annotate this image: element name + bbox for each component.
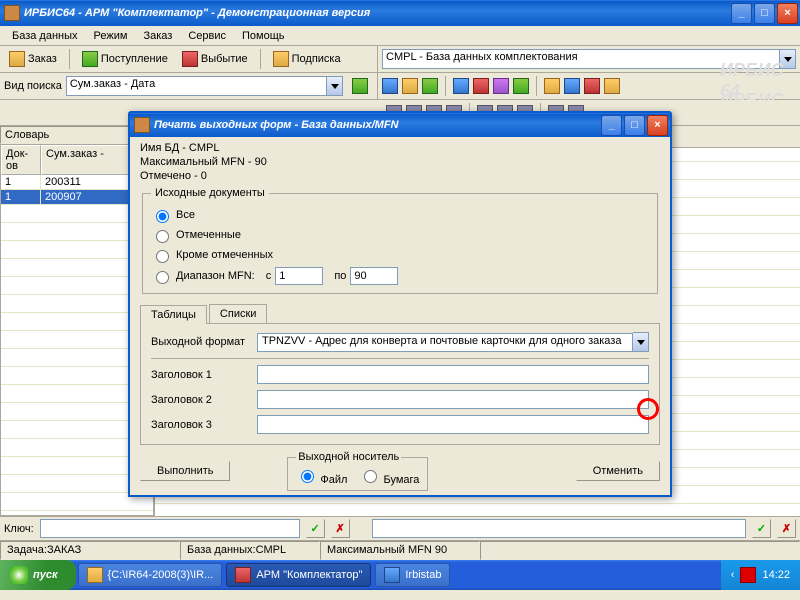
toolbar-left: Заказ Поступление Выбытие Подписка: [0, 46, 378, 73]
zakaz-icon: [9, 51, 25, 67]
out-format-label: Выходной формат: [151, 336, 249, 348]
menubar: База данных Режим Заказ Сервис Помощь: [0, 26, 800, 46]
key-ok-2[interactable]: ✓: [752, 519, 771, 538]
tool-icon[interactable]: [513, 78, 529, 94]
start-icon: [10, 566, 28, 584]
key-label: Ключ:: [4, 523, 34, 535]
menu-service[interactable]: Сервис: [180, 28, 234, 44]
minimize-button[interactable]: _: [731, 3, 752, 24]
tray-arrow-icon[interactable]: ‹: [731, 569, 735, 581]
status-empty: [480, 541, 800, 560]
out-format-dropdown[interactable]: [633, 332, 649, 352]
search-go[interactable]: [347, 75, 373, 97]
tool-icon[interactable]: [473, 78, 489, 94]
dialog-info-mfn: Максимальный MFN - 90: [140, 155, 660, 169]
key-input[interactable]: [40, 519, 300, 538]
app-icon: [384, 567, 400, 583]
taskbar-item[interactable]: АРМ "Комплектатор": [226, 563, 371, 587]
range-from[interactable]: [275, 267, 323, 285]
tool-icon[interactable]: [604, 78, 620, 94]
status-db: База данных:CMPL: [180, 541, 320, 560]
tab-tables[interactable]: Таблицы: [140, 305, 207, 324]
source-docs-legend: Исходные документы: [151, 187, 269, 199]
radio-except[interactable]: [156, 250, 169, 263]
range-to[interactable]: [350, 267, 398, 285]
tool-icon[interactable]: [493, 78, 509, 94]
execute-button[interactable]: Выполнить: [140, 461, 230, 481]
cancel-button[interactable]: Отменить: [576, 461, 660, 481]
tab-lists[interactable]: Списки: [209, 304, 268, 323]
tool-icon[interactable]: [402, 78, 418, 94]
hdr1-label: Заголовок 1: [151, 369, 249, 381]
menu-db[interactable]: База данных: [4, 28, 86, 44]
zakaz-button[interactable]: Заказ: [4, 48, 62, 70]
col-header-1[interactable]: Док-ов: [1, 145, 41, 175]
tool-icon[interactable]: [453, 78, 469, 94]
clock: 14:22: [762, 569, 790, 581]
search-row: Вид поиска Сум.заказ - Дата: [0, 73, 378, 100]
vybytie-icon: [182, 51, 198, 67]
dialog-info-db: Имя БД - CMPL: [140, 141, 660, 155]
key-cancel[interactable]: ✗: [331, 519, 350, 538]
radio-marked[interactable]: [156, 230, 169, 243]
radio-all[interactable]: [156, 210, 169, 223]
hdr1-input[interactable]: [257, 365, 649, 384]
menu-mode[interactable]: Режим: [86, 28, 136, 44]
search-label: Вид поиска: [4, 80, 62, 92]
menu-help[interactable]: Помощь: [234, 28, 293, 44]
media-group: Выходной носитель Файл Бумага: [287, 451, 428, 491]
hdr2-input[interactable]: [257, 390, 649, 409]
tool-icon[interactable]: [422, 78, 438, 94]
tool-icon[interactable]: [564, 78, 580, 94]
source-docs-group: Исходные документы Все Отмеченные Кроме …: [142, 187, 658, 294]
key-ok[interactable]: ✓: [306, 519, 325, 538]
menu-order[interactable]: Заказ: [135, 28, 180, 44]
folder-icon: [87, 567, 103, 583]
maximize-button[interactable]: □: [754, 3, 775, 24]
start-button[interactable]: пуск: [0, 560, 76, 590]
postup-button[interactable]: Поступление: [77, 48, 173, 70]
taskbar-item[interactable]: Irbistab: [375, 563, 450, 587]
radio-range[interactable]: [156, 271, 169, 284]
dialog-info-marked: Отмечено - 0: [140, 169, 660, 183]
podpiska-button[interactable]: Подписка: [268, 48, 346, 70]
close-button[interactable]: ×: [777, 3, 798, 24]
status-mfn: Максимальный MFN 90: [320, 541, 480, 560]
hdr3-input[interactable]: [257, 415, 649, 434]
tray-icon[interactable]: [740, 567, 756, 583]
app-title: ИРБИС64 - АРМ "Комплектатор" - Демонстра…: [24, 7, 731, 19]
dialog-maximize[interactable]: □: [624, 115, 645, 136]
app-titlebar: ИРБИС64 - АРМ "Комплектатор" - Демонстра…: [0, 0, 800, 26]
key-input-2[interactable]: [372, 519, 746, 538]
tool-icon[interactable]: [584, 78, 600, 94]
dialog-icon: [134, 117, 150, 133]
podpiska-icon: [273, 51, 289, 67]
app-icon: [235, 567, 251, 583]
app-icon: [4, 5, 20, 21]
search-type[interactable]: Сум.заказ - Дата: [66, 76, 327, 96]
out-format-select[interactable]: TPNZVV - Адрес для конверта и почтовые к…: [257, 333, 633, 352]
vybytie-button[interactable]: Выбытие: [177, 48, 253, 70]
hdr3-label: Заголовок 3: [151, 419, 249, 431]
key-cancel-2[interactable]: ✗: [777, 519, 796, 538]
dialog-close[interactable]: ×: [647, 115, 668, 136]
media-paper[interactable]: Бумага: [359, 467, 419, 486]
media-file[interactable]: Файл: [296, 467, 347, 486]
print-dialog: Печать выходных форм - База данных/MFN _…: [128, 111, 672, 497]
tool-icon[interactable]: [544, 78, 560, 94]
dialog-title: Печать выходных форм - База данных/MFN: [154, 119, 601, 131]
dialog-minimize[interactable]: _: [601, 115, 622, 136]
search-type-dropdown[interactable]: [327, 76, 343, 96]
taskbar-item[interactable]: {C:\IR64-2008(3)\IR...: [78, 563, 223, 587]
hdr2-label: Заголовок 2: [151, 394, 249, 406]
tool-icon[interactable]: [382, 78, 398, 94]
postup-icon: [82, 51, 98, 67]
status-task: Задача:ЗАКАЗ: [0, 541, 180, 560]
arrow-icon: [352, 78, 368, 94]
